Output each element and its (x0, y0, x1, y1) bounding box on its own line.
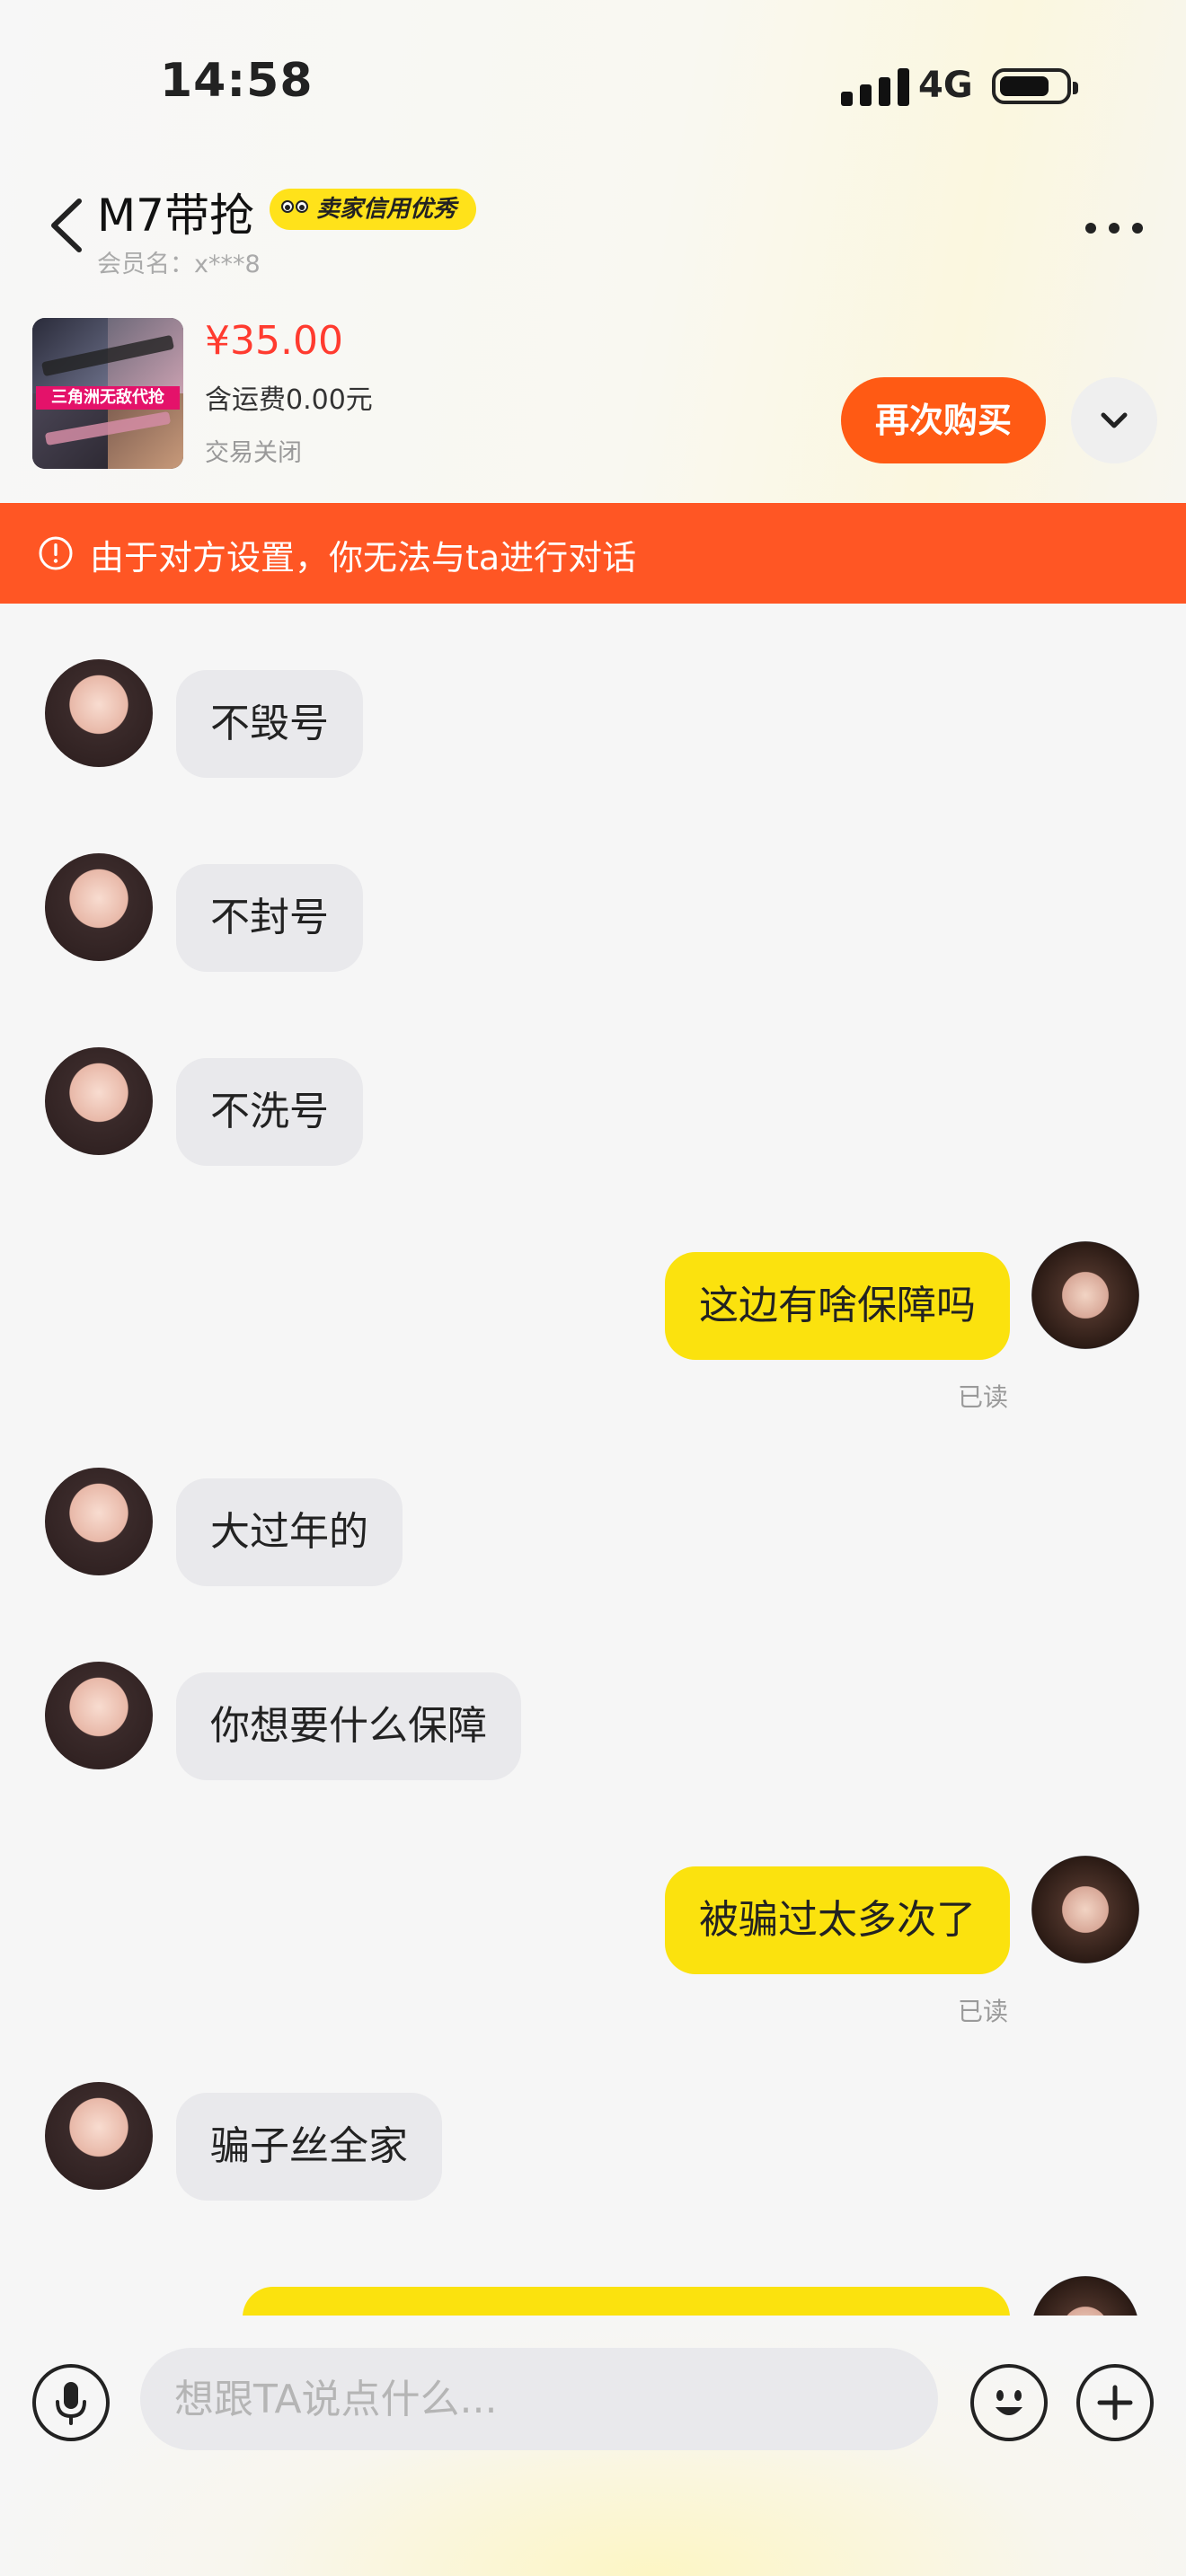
chevron-down-icon (1101, 412, 1128, 428)
transaction-status: 交易关闭 (205, 439, 302, 467)
seller-avatar[interactable] (45, 1662, 153, 1769)
buy-again-button[interactable]: 再次购买 (841, 377, 1046, 463)
clipped-message-row (0, 2263, 1186, 2316)
member-name: 会员名：x***8 (97, 251, 261, 278)
my-avatar[interactable] (1031, 2276, 1139, 2316)
seller-avatar[interactable] (45, 1047, 153, 1155)
warning-icon (39, 536, 73, 570)
seller-avatar[interactable] (45, 659, 153, 767)
more-options-icon[interactable] (1085, 223, 1143, 235)
battery-icon (992, 68, 1078, 104)
back-arrow-icon[interactable] (47, 196, 88, 255)
voice-button[interactable] (32, 2364, 110, 2441)
message-bubble[interactable]: 被骗过太多次了 (665, 1866, 1010, 1974)
seller-avatar[interactable] (45, 2082, 153, 2190)
message-bubble[interactable]: 大过年的 (176, 1478, 403, 1586)
seller-credit-badge: 卖家信用优秀 (270, 189, 477, 230)
my-avatar[interactable] (1031, 1241, 1139, 1349)
badge-label: 卖家信用优秀 (316, 196, 457, 223)
read-receipt: 已读 (958, 1997, 1009, 2026)
message-bubble[interactable]: 你想要什么保障 (176, 1672, 521, 1780)
plus-icon (1097, 2385, 1133, 2421)
chat-disabled-banner: 由于对方设置，你无法与ta进行对话 (0, 503, 1186, 604)
fish-mascot-icon (277, 192, 313, 228)
smiley-icon (996, 2390, 1022, 2415)
seller-avatar[interactable] (45, 1468, 153, 1575)
status-time: 14:58 (160, 54, 314, 108)
my-avatar[interactable] (1031, 1856, 1139, 1963)
expand-button[interactable] (1071, 377, 1157, 463)
microphone-icon (56, 2382, 86, 2425)
chat-title: M7带抢 (97, 190, 254, 242)
message-bubble[interactable]: 不封号 (176, 864, 363, 972)
shipping-fee: 含运费0.00元 (205, 384, 373, 416)
banner-text: 由于对方设置，你无法与ta进行对话 (90, 538, 637, 578)
thumbnail-caption: 三角洲无敌代抢 (36, 386, 180, 410)
product-thumbnail[interactable]: 三角洲无敌代抢 (32, 318, 183, 469)
message-bubble[interactable] (243, 2287, 1010, 2316)
message-bubble[interactable]: 不洗号 (176, 1058, 363, 1166)
message-bubble[interactable]: 这边有啥保障吗 (665, 1252, 1010, 1360)
network-type: 4G (918, 65, 973, 106)
seller-avatar[interactable] (45, 853, 153, 961)
message-bubble[interactable]: 骗子丝全家 (176, 2093, 442, 2201)
message-input[interactable] (140, 2348, 938, 2450)
product-price: ¥35.00 (205, 318, 343, 364)
emoji-button[interactable] (970, 2364, 1048, 2441)
message-bubble[interactable]: 不毁号 (176, 670, 363, 778)
read-receipt: 已读 (958, 1382, 1009, 1412)
add-button[interactable] (1076, 2364, 1154, 2441)
signal-icon (841, 66, 909, 106)
